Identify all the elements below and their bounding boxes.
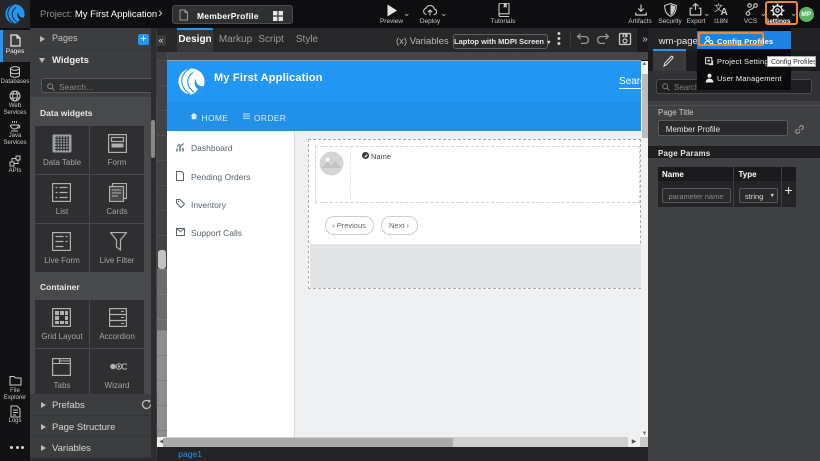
- svg-text:A: A: [721, 7, 728, 16]
